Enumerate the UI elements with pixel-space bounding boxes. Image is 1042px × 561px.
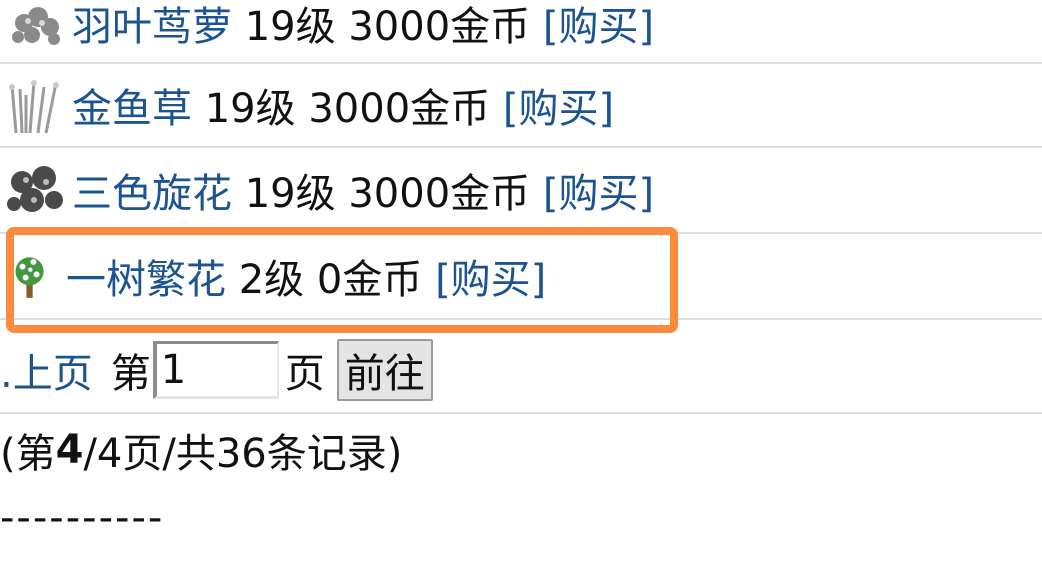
page-summary: (第 4/4页/共36条记录) bbox=[0, 418, 402, 482]
page-number-input[interactable] bbox=[152, 341, 279, 399]
item-price: 3000金币 bbox=[348, 4, 531, 50]
item-price: 3000金币 bbox=[348, 171, 531, 217]
tricolor-morning-glory-plant-icon bbox=[7, 166, 63, 212]
go-button[interactable]: 前往 bbox=[336, 339, 433, 401]
item-name-link[interactable]: 羽叶茑萝 bbox=[72, 4, 232, 50]
buy-link[interactable]: [购买] bbox=[543, 171, 654, 217]
summary-rest: /4页/共36条记录) bbox=[83, 431, 403, 477]
item-level: 19级 bbox=[244, 4, 336, 50]
item-level: 19级 bbox=[244, 171, 336, 217]
page-suffix-label: 页 bbox=[284, 351, 325, 397]
separator bbox=[0, 412, 1042, 414]
buy-link[interactable]: [购买] bbox=[543, 4, 654, 50]
pagination: .上页 第 页 前往 bbox=[0, 338, 1042, 402]
item-price: 3000金币 bbox=[308, 86, 491, 132]
list-item: 羽叶茑萝 19级 3000金币 [购买] bbox=[0, 0, 1042, 66]
prev-page-link[interactable]: .上页 bbox=[0, 341, 93, 399]
item-level: 19级 bbox=[204, 86, 296, 132]
dash-divider: ---------- bbox=[0, 495, 165, 541]
list-item: 三色旋花 19级 3000金币 [购买] bbox=[0, 147, 1042, 233]
item-name-link[interactable]: 三色旋花 bbox=[72, 171, 232, 217]
list-item: 金鱼草 19级 3000金币 [购买] bbox=[0, 62, 1042, 148]
snapdragon-plant-icon bbox=[9, 80, 59, 134]
fern-vine-plant-icon bbox=[12, 7, 60, 45]
page-prefix-label: 第 bbox=[110, 351, 151, 397]
buy-link[interactable]: [购买] bbox=[503, 86, 614, 132]
highlight-box bbox=[6, 227, 678, 333]
summary-open: (第 bbox=[0, 431, 56, 477]
item-name-link[interactable]: 金鱼草 bbox=[72, 86, 192, 132]
current-page-number: 4 bbox=[55, 427, 84, 473]
